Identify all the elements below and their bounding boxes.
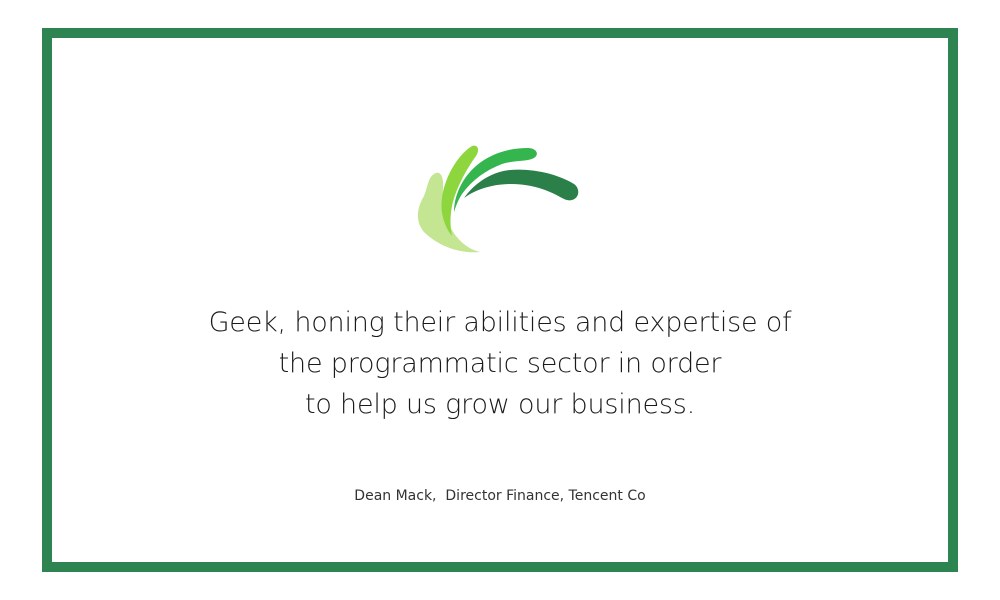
testimonial-quote: Geek, honing their abilities and experti…: [150, 302, 850, 425]
quote-attribution: Dean Mack, Director Finance, Tencent Co: [354, 488, 646, 504]
swoosh-logo-icon: [417, 145, 579, 253]
quote-line: Geek, honing their abilities and experti…: [208, 307, 792, 338]
quote-line: to help us grow our business.: [304, 389, 696, 420]
quote-line: the programmatic sector in order: [278, 348, 722, 379]
